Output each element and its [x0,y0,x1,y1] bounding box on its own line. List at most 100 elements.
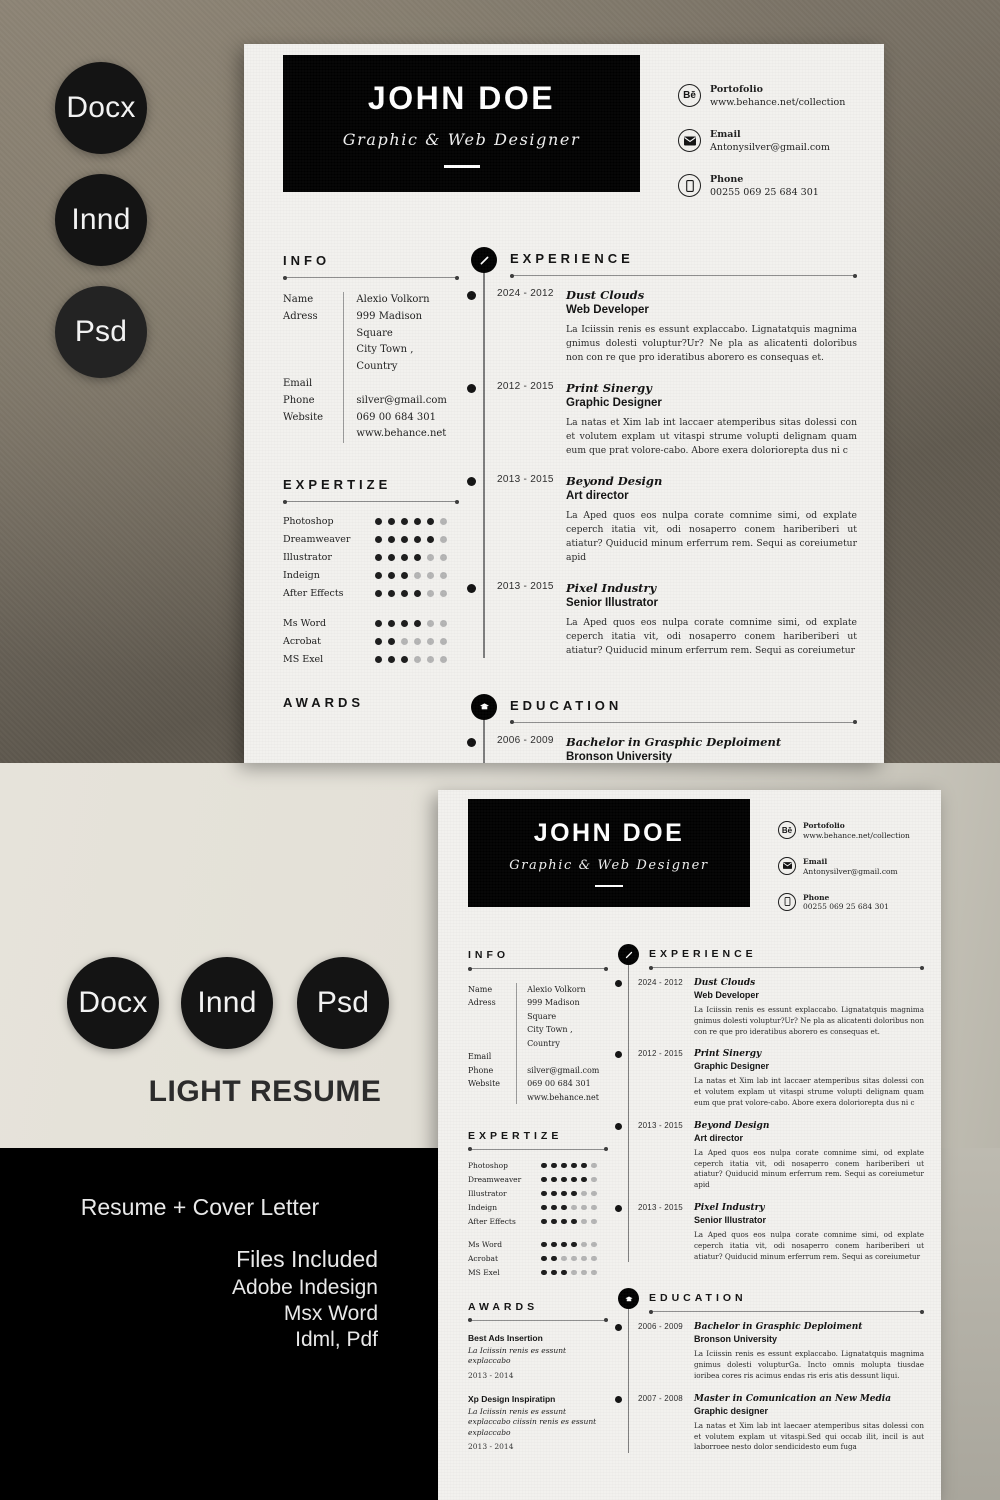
rating-dot [440,656,447,664]
timeline-organization: Pixel Industry [566,580,657,595]
info-value: 999 Madison Square [356,310,423,339]
skill-rating-dots [541,1204,601,1211]
timeline-item: 2012 - 2015 Print Sinergy Graphic Designer… [466,380,857,458]
rating-dot [414,518,421,526]
rating-dot [561,1255,567,1262]
format-badge-label: Docx [66,91,136,124]
info-value: www.behance.net [356,428,447,440]
skill-row: Dreamweaver [468,1175,608,1184]
info-value: Alexio Volkorn [356,294,430,305]
format-badge-innd: Innd [55,174,147,266]
skill-row: Ms Word [468,1240,608,1249]
rating-dot [561,1218,567,1225]
rating-dot [581,1162,587,1169]
info-value: Country [356,361,398,373]
rating-dot [401,656,408,664]
skill-rating-dots [541,1176,601,1183]
rating-dot [541,1218,547,1225]
info-key: Email [283,377,313,389]
timeline-description: La Iciissin renis es essunt explaccabo. … [694,1005,924,1036]
timeline-organization: Pixel Industry [694,1202,765,1213]
section-heading-info: INFO [468,949,510,961]
awards-section: AWARDS [283,695,459,710]
rating-dot [581,1176,587,1183]
resume-name: JOHN DOE [367,79,556,116]
timeline-bullet [614,1324,622,1332]
section-rule [468,1147,608,1152]
format-badge-innd-bottom: Innd [181,957,273,1049]
timeline-organization: Beyond Design [566,473,663,488]
phone-icon [678,174,701,198]
award-item: Best Ads Insertion La Iciissin renis es e… [468,1333,608,1380]
rating-dot [561,1241,567,1248]
skill-row: Indeign [468,1203,608,1212]
rating-dot [375,656,382,664]
timeline-date: 2013 - 2015 [497,580,554,592]
timeline-description: La natas et Xim lab int laccaer atemperi… [566,416,857,456]
experience-timeline: 2024 - 2012 Dust Clouds Web Developer La Ic… [466,258,857,658]
rating-dot [541,1204,547,1211]
info-value: City Town , [356,344,414,356]
info-value: silver@gmail.com [356,394,447,406]
rating-dot [375,554,382,562]
award-title: Best Ads Insertion [468,1332,543,1343]
rating-dot [581,1255,587,1262]
skill-group-office: Ms Word Acrobat MS Exel [283,618,459,665]
rating-dot [581,1190,587,1197]
rating-dot [427,536,434,544]
timeline-bullet [466,476,476,486]
section-heading-info: INFO [283,253,331,268]
section-rule [649,965,924,970]
rating-dot [591,1162,597,1169]
resume-page-preview-top: JOHN DOE Graphic & Web Designer Bē Porto… [244,44,884,763]
timeline-date: 2006 - 2009 [497,734,554,746]
education-section: EDUCATION 2006 - 2009 Bachelor in Grasphi… [466,693,857,763]
info-divider [343,292,345,444]
rating-dot [561,1190,567,1197]
timeline-date: 2012 - 2015 [497,380,554,392]
rating-dot [571,1255,577,1262]
timeline-role: Senior Illustrator [694,1214,767,1225]
timeline-organization: Master in Comunication an New Media [694,1393,892,1404]
timeline-date: 2007 - 2008 [638,1393,683,1403]
rating-dot [561,1176,567,1183]
rating-dot [427,620,434,628]
contact-value: Antonysilver@gmail.com [803,866,898,876]
awards-section: AWARDS Best Ads Insertion La Iciissin ren… [468,1301,608,1451]
section-heading-experience: EXPERIENCE [649,948,757,960]
section-heading-education: EDUCATION [649,1292,747,1305]
behance-glyph: Bē [683,90,696,101]
skill-name: MS Exel [468,1267,500,1277]
skill-group-office: Ms Word Acrobat MS Exel [468,1240,608,1277]
timeline-organization: Dust Clouds [694,978,756,988]
envelope-icon [778,856,796,875]
contact-item-phone: Phone 00255 069 25 684 301 [678,174,845,199]
section-rule [649,1309,924,1314]
skill-rating-dots [375,536,453,544]
contact-label: Portofolio [803,821,845,830]
rating-dot [388,536,395,544]
timeline-item: 2024 - 2012 Dust Clouds Web Developer La Ic… [614,978,924,1037]
file-item-indesign: Adobe Indesign [232,1276,378,1299]
rating-dot [388,572,395,580]
rating-dot [541,1190,547,1197]
rating-dot [401,536,408,544]
timeline-item: 2006 - 2009 Bachelor in Grasphic Deploime… [466,734,857,763]
skill-row: Illustrator [283,552,459,563]
contact-item-email: Email Antonysilver@gmail.com [778,856,910,877]
timeline-role: Senior Illustrator [566,596,659,609]
rating-dot [440,620,447,628]
rating-dot [414,554,421,562]
rating-dot [571,1190,577,1197]
rating-dot [551,1204,557,1211]
education-section: EDUCATION 2006 - 2009 Bachelor in Grasphi… [614,1288,924,1454]
header-divider [595,885,623,887]
rating-dot [401,620,408,628]
behance-icon: Bē [778,821,796,839]
timeline-bullet [614,1051,622,1059]
header-divider [443,164,480,168]
rating-dot [388,518,395,526]
skill-rating-dots [375,554,453,562]
timeline-organization: Beyond Design [694,1120,770,1131]
info-value: silver@gmail.com [527,1065,600,1075]
